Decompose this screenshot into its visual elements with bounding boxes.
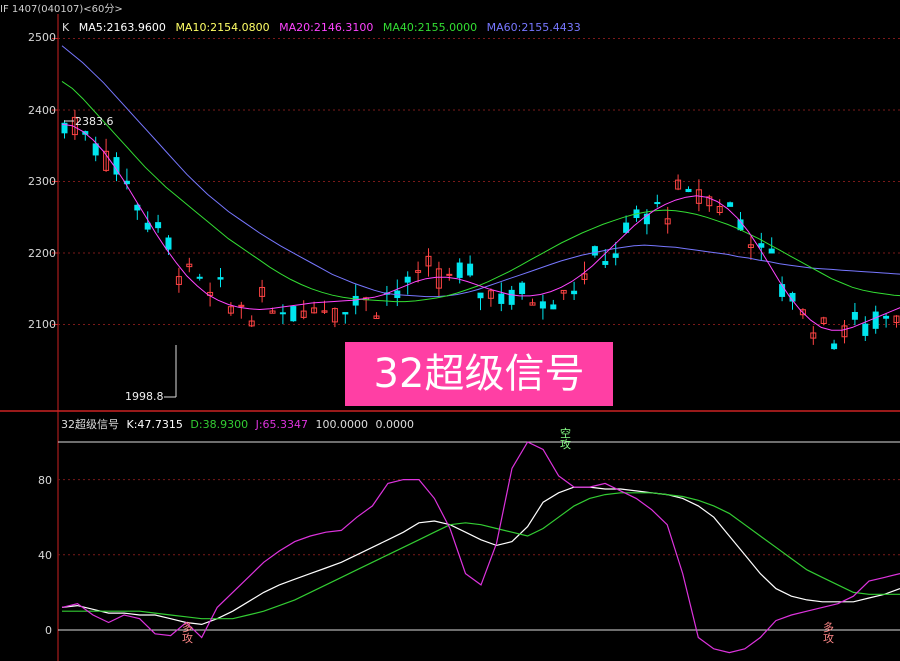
candle-down — [727, 202, 734, 207]
candle-down — [342, 312, 349, 315]
candle-down — [831, 343, 838, 350]
candle-down — [862, 323, 869, 336]
candle-down — [602, 261, 609, 265]
ma-line-ma40 — [61, 80, 900, 303]
candle-down — [872, 311, 879, 329]
candle-down — [352, 295, 359, 306]
candle-down — [508, 289, 515, 305]
candle-down — [883, 315, 890, 319]
annotation-marks — [64, 120, 177, 398]
legend-ma20: MA20:2146.3100 — [279, 21, 374, 34]
kdj-line-d — [62, 492, 900, 620]
y-label-main: 2200 — [28, 247, 56, 260]
y-label-main: 2100 — [28, 318, 56, 331]
buy-signal: 多攻 — [182, 621, 193, 645]
candle-down — [404, 276, 411, 283]
ma-legend: K MA5:2163.9600 MA10:2154.0800 MA20:2146… — [62, 21, 587, 34]
legend-k: K — [62, 21, 70, 34]
y-label-main: 2300 — [28, 175, 56, 188]
candle-down — [758, 243, 765, 248]
candle-down — [456, 262, 463, 278]
candle-down — [217, 277, 224, 280]
candle-down — [290, 306, 297, 322]
low-annotation: 1998.8 — [125, 390, 164, 403]
candle-down — [467, 263, 474, 276]
y-label-main: 2400 — [28, 104, 56, 117]
signal-banner: 32超级信号 — [345, 342, 613, 406]
candle-down — [779, 284, 786, 297]
candle-up — [446, 273, 453, 276]
legend-ma10: MA10:2154.0800 — [175, 21, 270, 34]
sell-signal: 空攻 — [560, 427, 571, 451]
ma-line-ma60 — [61, 45, 900, 298]
ma-lines — [61, 45, 900, 331]
candle-down — [279, 312, 286, 315]
kdj-line-k — [61, 486, 900, 626]
candle-down — [612, 253, 619, 258]
legend-d-value: D:38.9300 — [190, 418, 249, 431]
high-annotation: 2383.6 — [75, 115, 114, 128]
indicator-name: 32超级信号 — [61, 418, 119, 431]
legend-k-value: K:47.7315 — [126, 418, 183, 431]
buy-signal: 多攻 — [823, 621, 834, 645]
indicator-legend: 32超级信号 K:47.7315 D:38.9300 J:65.3347 100… — [61, 416, 418, 432]
legend-ma5: MA5:2163.9600 — [78, 21, 166, 34]
candle-down — [550, 304, 557, 310]
legend-ma60: MA60:2155.4433 — [486, 21, 581, 34]
candle-down — [571, 290, 578, 295]
candle-down — [144, 222, 151, 230]
candle-down — [539, 301, 546, 309]
candle-down — [851, 311, 858, 320]
y-label-main: 2500 — [28, 31, 56, 44]
y-axis: 2500 2400 2300 2200 2100 80 40 0 — [0, 14, 58, 661]
grid — [0, 14, 900, 661]
candle-down — [196, 276, 203, 279]
candle-down — [477, 292, 484, 299]
candle-down — [519, 282, 526, 295]
candle-down — [623, 222, 630, 233]
y-label-indicator: 80 — [38, 474, 52, 487]
candle-down — [498, 293, 505, 304]
chart-canvas[interactable] — [0, 0, 900, 661]
candle-down — [165, 237, 172, 250]
candle-down — [92, 143, 99, 156]
candles — [61, 109, 900, 350]
legend-lower-value: 0.0000 — [375, 418, 415, 431]
candle-down — [155, 222, 162, 229]
candle-down — [654, 202, 661, 205]
candle-down — [768, 248, 775, 254]
y-label-indicator: 40 — [38, 549, 52, 562]
y-label-indicator: 0 — [45, 624, 52, 637]
legend-j-value: J:65.3347 — [255, 418, 309, 431]
candle-down — [685, 188, 692, 193]
candle-down — [591, 246, 598, 256]
legend-upper-value: 100.0000 — [315, 418, 369, 431]
legend-ma40: MA40:2155.0000 — [382, 21, 478, 34]
